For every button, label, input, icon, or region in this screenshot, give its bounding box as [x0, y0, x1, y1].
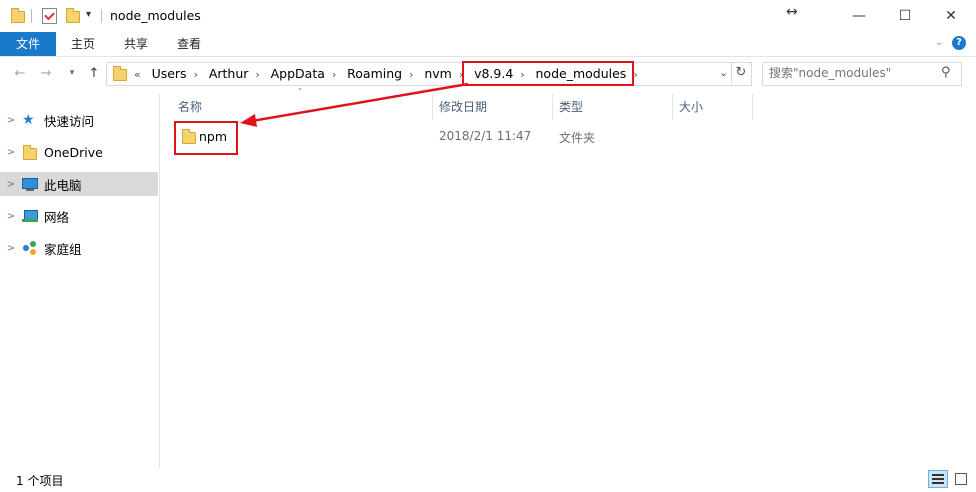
details-view-icon[interactable]: [928, 470, 948, 488]
large-icons-view-icon[interactable]: [952, 470, 970, 488]
annotation-arrow: [240, 82, 469, 127]
item-count: 1 个项目: [16, 474, 64, 488]
status-bar: 1 个项目: [0, 468, 976, 492]
